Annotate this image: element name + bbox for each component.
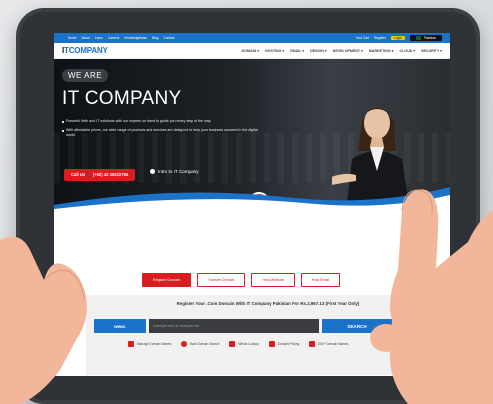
nav-item-security[interactable]: SECURITY ▾ xyxy=(421,49,442,53)
top-right-actions: Your Cart Register Login Pakistan xyxy=(356,35,442,41)
tool-label: 300+ Domain Names xyxy=(318,342,349,346)
transfer-domain-button[interactable]: Transfer Domain xyxy=(196,273,246,287)
nav-item-marketing[interactable]: MARKETING ▾ xyxy=(369,49,394,53)
tool-label: Whois Lookup xyxy=(238,342,259,346)
tool-label: Bulk Domain Search xyxy=(190,342,220,346)
server-icon xyxy=(128,341,134,347)
intro-label: Intro to IT Company xyxy=(158,169,199,174)
register-link[interactable]: Register xyxy=(374,36,386,40)
action-tabs: Register Domain Transfer Domain Host Web… xyxy=(142,273,341,287)
domain-search-input[interactable]: example.com or example.net xyxy=(149,319,319,333)
cart-link[interactable]: Your Cart xyxy=(356,36,369,40)
nav-item-email[interactable]: EMAIL ▾ xyxy=(290,49,304,53)
host-website-button[interactable]: Host Website xyxy=(251,273,295,287)
dollar-icon xyxy=(268,341,275,347)
hero-title: IT COMPANY xyxy=(62,88,182,109)
top-links: Home About Learn Careers Knowledgebase B… xyxy=(68,36,174,40)
host-email-button[interactable]: Host Email xyxy=(300,273,341,287)
main-navigation: ITCOMPANY DOMAIN ▾ HOSTING ▾ EMAIL ▾ DES… xyxy=(54,43,450,59)
register-domain-button[interactable]: Register Domain xyxy=(142,273,191,287)
nav-item-development[interactable]: DEVELOPMENT ▾ xyxy=(333,49,363,53)
tool-domain-names[interactable]: 300+ Domain Names xyxy=(309,341,348,347)
call-us-button[interactable]: Call Us 📞 (+92) 42 35222784 xyxy=(64,169,136,181)
globe-icon xyxy=(181,341,188,347)
hero-bullets: Powerful Web and IT solutions with our e… xyxy=(62,119,262,143)
hero-bullet: With affordable prices, our wide range o… xyxy=(62,128,262,138)
right-hand xyxy=(370,189,493,404)
tool-label: Manage Domain Names xyxy=(137,342,172,346)
top-link-knowledgebase[interactable]: Knowledgebase xyxy=(124,36,147,40)
tool-bulk-search[interactable]: Bulk Domain Search xyxy=(181,341,219,347)
tool-label: Domain Pricing xyxy=(277,342,300,346)
country-selector[interactable]: Pakistan xyxy=(409,35,442,41)
top-utility-bar: Home About Learn Careers Knowledgebase B… xyxy=(54,33,450,43)
top-link-learn[interactable]: Learn xyxy=(95,36,103,40)
person-icon xyxy=(229,341,236,347)
list-icon xyxy=(309,341,316,347)
domain-search-row: www. example.com or example.net SEARCH xyxy=(94,319,392,333)
nav-item-domain[interactable]: DOMAIN ▾ xyxy=(242,49,259,53)
tool-manage-domains[interactable]: Manage Domain Names xyxy=(128,341,171,347)
nav-item-hosting[interactable]: HOSTING ▾ xyxy=(265,49,284,53)
nav-item-design[interactable]: DESIGN ▾ xyxy=(310,49,327,53)
domain-tools: Manage Domain Names Bulk Domain Search W… xyxy=(128,341,348,347)
hero-badge: WE ARE xyxy=(62,69,109,82)
pakistan-flag-icon xyxy=(415,36,421,40)
top-link-careers[interactable]: Careers xyxy=(108,36,119,40)
logo-text: TCOMPANY xyxy=(64,46,108,55)
login-button[interactable]: Login xyxy=(390,36,405,40)
top-link-blog[interactable]: Blog xyxy=(152,36,158,40)
company-logo[interactable]: ITCOMPANY xyxy=(62,46,108,55)
tool-pricing[interactable]: Domain Pricing xyxy=(268,341,300,347)
tool-whois[interactable]: Whois Lookup xyxy=(229,341,259,347)
nav-menu: DOMAIN ▾ HOSTING ▾ EMAIL ▾ DESIGN ▾ DEVE… xyxy=(242,49,442,53)
play-circle-icon xyxy=(150,169,155,174)
top-link-home[interactable]: Home xyxy=(68,36,77,40)
nav-item-cloud[interactable]: CLOUD ▾ xyxy=(399,49,415,53)
intro-video-link[interactable]: Intro to IT Company xyxy=(150,169,199,174)
hero-bullet: Powerful Web and IT solutions with our e… xyxy=(62,119,262,124)
background-scene: Home About Learn Careers Knowledgebase B… xyxy=(0,0,493,404)
top-link-contact[interactable]: Contact xyxy=(163,36,174,40)
country-label: Pakistan xyxy=(423,36,436,40)
left-hand xyxy=(0,236,87,404)
top-link-about[interactable]: About xyxy=(82,36,90,40)
